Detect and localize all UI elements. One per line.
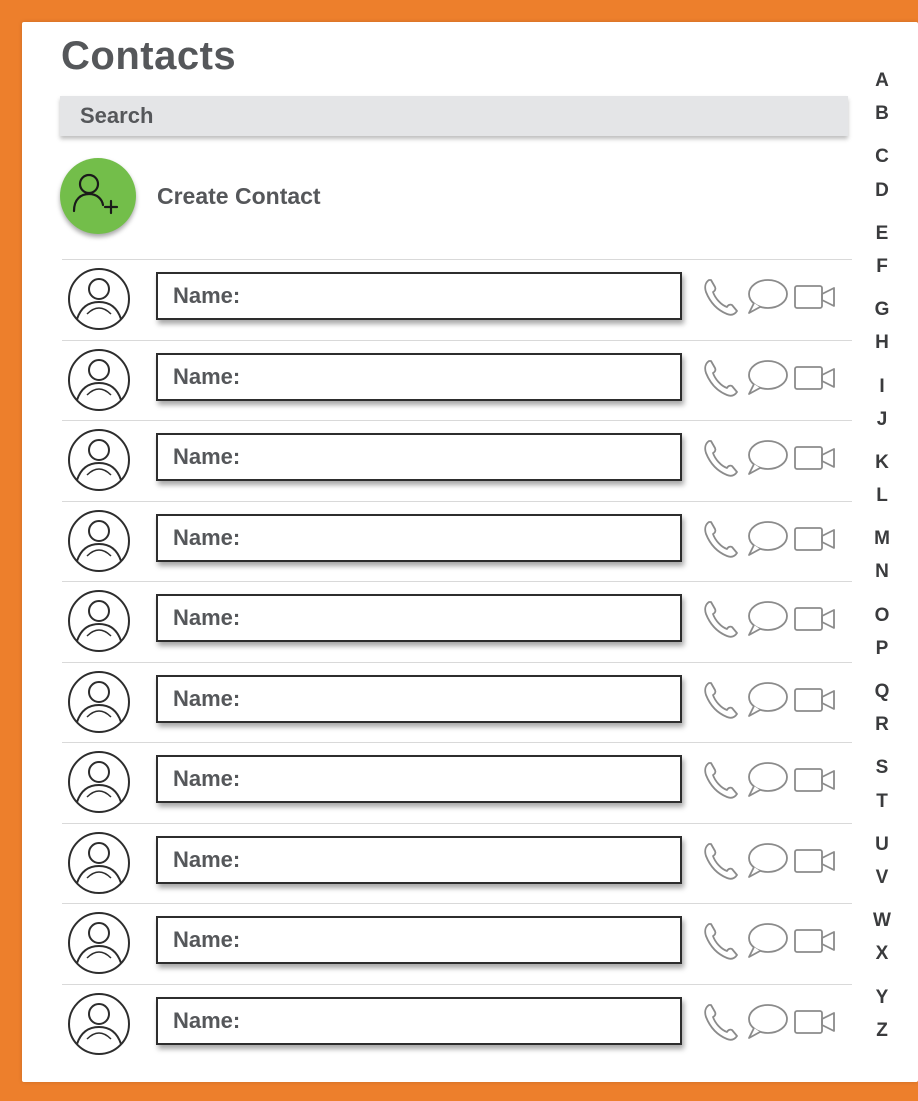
contact-row[interactable]: Name: <box>62 339 852 421</box>
contact-row[interactable]: Name: <box>62 983 852 1065</box>
alphabet-letter[interactable]: H <box>868 324 896 362</box>
avatar-icon <box>67 992 131 1056</box>
contact-list: Name: Name: Name: Name: Name: Name: Name… <box>62 259 852 1064</box>
avatar-icon <box>67 428 131 492</box>
add-person-icon[interactable] <box>60 158 136 234</box>
chat-bubble-icon[interactable] <box>744 519 790 564</box>
chat-bubble-icon[interactable] <box>744 358 790 403</box>
video-camera-icon[interactable] <box>792 280 838 319</box>
contact-row[interactable]: Name: <box>62 581 852 662</box>
chat-bubble-icon[interactable] <box>744 680 790 725</box>
video-camera-icon[interactable] <box>792 441 838 480</box>
name-field[interactable]: Name: <box>156 272 682 320</box>
alphabet-letter[interactable]: P <box>868 630 896 668</box>
video-camera-icon[interactable] <box>792 924 838 963</box>
contact-row[interactable]: Name: <box>62 903 852 984</box>
video-camera-icon[interactable] <box>792 844 838 883</box>
alphabet-letter[interactable]: L <box>868 477 896 515</box>
chat-bubble-icon[interactable] <box>744 599 790 644</box>
name-field[interactable]: Name: <box>156 674 682 723</box>
contact-row[interactable]: Name: <box>62 500 852 582</box>
contacts-panel: Contacts Search Create Contact Name: Nam… <box>22 22 918 1082</box>
video-camera-icon[interactable] <box>792 1005 838 1044</box>
video-camera-icon[interactable] <box>792 361 838 400</box>
phone-icon[interactable] <box>702 276 740 323</box>
avatar-icon <box>67 267 131 331</box>
name-field[interactable]: Name: <box>156 352 682 401</box>
alphabet-letter[interactable]: X <box>868 935 896 973</box>
chat-bubble-icon[interactable] <box>744 438 790 483</box>
video-camera-icon[interactable] <box>792 763 838 802</box>
contact-row[interactable]: Name: <box>62 661 852 743</box>
search-input[interactable]: Search <box>60 96 848 136</box>
alphabet-letter[interactable]: T <box>868 783 896 821</box>
video-camera-icon[interactable] <box>792 602 838 641</box>
chat-bubble-icon[interactable] <box>744 760 790 805</box>
chat-bubble-icon[interactable] <box>744 841 790 886</box>
avatar-icon <box>67 509 131 573</box>
phone-icon[interactable] <box>702 679 740 726</box>
phone-icon[interactable] <box>702 518 740 565</box>
contact-actions <box>702 1001 838 1048</box>
phone-icon[interactable] <box>702 920 740 967</box>
chat-bubble-icon[interactable] <box>744 277 790 322</box>
phone-icon[interactable] <box>702 357 740 404</box>
contact-actions <box>702 518 838 565</box>
alphabet-letter[interactable]: Z <box>868 1012 896 1050</box>
alphabet-letter[interactable]: V <box>868 859 896 897</box>
video-camera-icon[interactable] <box>792 522 838 561</box>
contact-row[interactable]: Name: <box>62 259 852 340</box>
create-contact-button[interactable]: Create Contact <box>60 158 321 234</box>
phone-icon[interactable] <box>702 437 740 484</box>
name-field[interactable]: Name: <box>156 996 682 1045</box>
name-field[interactable]: Name: <box>156 755 682 803</box>
contact-actions <box>702 759 838 806</box>
contact-actions <box>702 840 838 887</box>
name-field[interactable]: Name: <box>156 916 682 964</box>
phone-icon[interactable] <box>702 840 740 887</box>
avatar-icon <box>67 670 131 734</box>
name-field[interactable]: Name: <box>156 594 682 642</box>
contact-row[interactable]: Name: <box>62 822 852 904</box>
contact-row[interactable]: Name: <box>62 420 852 501</box>
avatar-icon <box>67 348 131 412</box>
phone-icon[interactable] <box>702 759 740 806</box>
phone-icon[interactable] <box>702 598 740 645</box>
page-title: Contacts <box>61 34 237 78</box>
alphabet-letter[interactable]: B <box>868 95 896 133</box>
name-field[interactable]: Name: <box>156 835 682 884</box>
alphabet-letter[interactable]: J <box>868 401 896 439</box>
alphabet-letter[interactable]: F <box>868 248 896 286</box>
chat-bubble-icon[interactable] <box>744 1002 790 1047</box>
contact-actions <box>702 276 838 323</box>
name-field[interactable]: Name: <box>156 513 682 562</box>
contact-actions <box>702 598 838 645</box>
chat-bubble-icon[interactable] <box>744 921 790 966</box>
alphabet-letter[interactable]: R <box>868 706 896 744</box>
contact-actions <box>702 920 838 967</box>
alphabet-letter[interactable]: N <box>868 553 896 591</box>
contact-row[interactable]: Name: <box>62 742 852 823</box>
video-camera-icon[interactable] <box>792 683 838 722</box>
avatar-icon <box>67 750 131 814</box>
phone-icon[interactable] <box>702 1001 740 1048</box>
alphabet-letter[interactable]: D <box>868 172 896 210</box>
contact-actions <box>702 357 838 404</box>
avatar-icon <box>67 589 131 653</box>
create-contact-label: Create Contact <box>157 182 321 209</box>
contact-actions <box>702 679 838 726</box>
avatar-icon <box>67 911 131 975</box>
contact-actions <box>702 437 838 484</box>
name-field[interactable]: Name: <box>156 433 682 481</box>
alphabet-index[interactable]: ABCDEFGHIJKLMNOPQRSTUVWXYZ <box>868 62 896 1055</box>
avatar-icon <box>67 831 131 895</box>
